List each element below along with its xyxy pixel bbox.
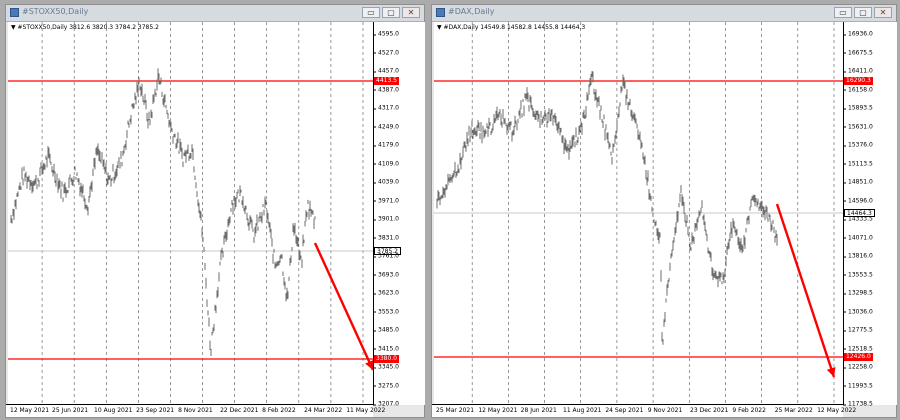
window-titlebar[interactable]: #STOXX50,Daily ▭ ▢ ✕ xyxy=(6,5,424,22)
price-chart-svg xyxy=(434,22,843,407)
price-scale[interactable]: 4413.5 3785.2 3380.0 4595.0 4527.0 4457.0 4… xyxy=(373,22,425,408)
time-axis: 25 Mar 2021 12 May 2021 28 Jun 2021 11 Aug … xyxy=(432,404,856,417)
price-tick-label: 4317.0 xyxy=(373,104,399,112)
price-series xyxy=(436,71,778,345)
date-tick-label: 22 Dec 2021 xyxy=(220,407,259,414)
price-tick-label: 4457.0 xyxy=(373,67,399,75)
price-scale[interactable]: 16290.3 14464.3 12426.0 16936.0 16675.5 16… xyxy=(843,22,897,408)
price-tick-label: 15631.0 xyxy=(843,123,873,130)
date-tick-label: 25 Jun 2021 xyxy=(52,407,89,414)
price-chart-area[interactable]: ▼ #STOXX50,Daily 3812.6 3820.3 3784.2 37… xyxy=(8,22,373,407)
price-tick-label: 4039.0 xyxy=(373,178,399,186)
price-chart-svg xyxy=(8,22,373,407)
price-tick-label: 16936.0 xyxy=(843,30,873,38)
date-tick-label: 12 May 2021 xyxy=(10,407,50,414)
window-title: #DAX,Daily xyxy=(448,7,495,16)
dax-chart-window[interactable]: #DAX,Daily ▭ ▢ ✕ ▼ #DAX,Daily 14549.8 14… xyxy=(431,4,897,418)
date-tick-label: 25 Mar 2022 xyxy=(774,407,813,414)
minimize-button[interactable]: ▭ xyxy=(362,7,380,18)
price-tick-label: 14333.5 xyxy=(843,215,873,223)
date-tick-label: 12 May 2021 xyxy=(478,407,518,414)
window-titlebar[interactable]: #DAX,Daily ▭ ▢ ✕ xyxy=(432,5,896,22)
support-price-tag: 12426.0 xyxy=(844,353,873,361)
close-button[interactable]: ✕ xyxy=(874,7,892,18)
chart-window-icon xyxy=(10,8,19,17)
price-tick-label: 13553.5 xyxy=(843,271,873,278)
date-tick-label: 10 Aug 2021 xyxy=(94,407,133,414)
price-tick-label: 3623.0 xyxy=(373,289,399,297)
price-tick-label: 4595.0 xyxy=(373,30,399,38)
date-tick-label: 28 Jun 2021 xyxy=(520,407,557,414)
price-tick-label: 11993.5 xyxy=(843,382,873,389)
price-tick-label: 13298.5 xyxy=(843,289,873,297)
price-tick-label: 3901.0 xyxy=(373,215,399,223)
date-tick-label: 9 Feb 2022 xyxy=(732,407,766,414)
price-tick-label: 14071.0 xyxy=(843,234,873,241)
date-tick-label: 8 Nov 2021 xyxy=(178,407,213,414)
price-tick-label: 13036.0 xyxy=(843,308,873,315)
price-tick-label: 4109.0 xyxy=(373,160,399,167)
time-axis: 12 May 2021 25 Jun 2021 10 Aug 2021 23 Sep … xyxy=(6,404,385,417)
chart-info-label: ▼ #DAX,Daily 14549.8 14582.8 14455.8 144… xyxy=(437,24,586,31)
date-tick-label: 11 Aug 2021 xyxy=(563,407,602,414)
resistance-price-tag: 4413.5 xyxy=(374,77,399,85)
minimize-button[interactable]: ▭ xyxy=(834,7,852,18)
price-tick-label: 3831.0 xyxy=(373,234,399,241)
price-tick-label: 12775.5 xyxy=(843,326,873,334)
close-button[interactable]: ✕ xyxy=(402,7,420,18)
price-tick-label: 3553.0 xyxy=(373,308,399,315)
date-tick-label: 11 May 2022 xyxy=(346,407,386,414)
price-tick-label: 3415.0 xyxy=(373,345,399,352)
price-tick-label: 15376.0 xyxy=(843,141,873,149)
price-tick-label: 4249.0 xyxy=(373,123,399,130)
price-tick-label: 16411.0 xyxy=(843,67,873,75)
price-series xyxy=(10,68,316,356)
price-tick-label: 15893.5 xyxy=(843,104,873,112)
chart-window-icon xyxy=(436,8,445,17)
maximize-button[interactable]: ▢ xyxy=(854,7,872,18)
date-tick-label: 9 Nov 2021 xyxy=(647,407,683,414)
price-tick-label: 3485.0 xyxy=(373,326,399,334)
date-tick-label: 23 Dec 2021 xyxy=(690,407,729,414)
date-tick-label: 23 Sep 2021 xyxy=(136,407,175,414)
price-tick-label: 14596.0 xyxy=(843,197,873,204)
date-tick-label: 12 May 2022 xyxy=(817,407,857,414)
date-tick-label: 25 Mar 2021 xyxy=(436,407,475,414)
date-tick-label: 8 Feb 2022 xyxy=(262,407,296,414)
resistance-price-tag: 16290.3 xyxy=(844,77,873,85)
price-tick-label: 3275.0 xyxy=(373,382,399,389)
price-tick-label: 14851.0 xyxy=(843,178,873,186)
forecast-arrow xyxy=(313,242,373,371)
window-title: #STOXX50,Daily xyxy=(22,7,89,16)
price-tick-label: 16158.0 xyxy=(843,86,873,93)
price-tick-label: 12518.5 xyxy=(843,345,873,352)
price-tick-label: 3345.0 xyxy=(373,363,399,371)
chart-info-label: ▼ #STOXX50,Daily 3812.6 3820.3 3784.2 37… xyxy=(11,24,159,31)
price-tick-label: 4387.0 xyxy=(373,86,399,93)
price-tick-label: 15113.5 xyxy=(843,160,873,167)
forecast-arrow xyxy=(775,203,836,378)
price-tick-label: 12258.0 xyxy=(843,363,873,371)
price-tick-label: 4527.0 xyxy=(373,49,399,56)
maximize-button[interactable]: ▢ xyxy=(382,7,400,18)
price-tick-label: 13816.0 xyxy=(843,252,873,260)
price-chart-area[interactable]: ▼ #DAX,Daily 14549.8 14582.8 14455.8 144… xyxy=(434,22,843,407)
price-tick-label: 16675.5 xyxy=(843,49,873,56)
date-tick-label: 24 Mar 2022 xyxy=(304,407,343,414)
forecast-arrowhead xyxy=(826,367,836,377)
price-tick-label: 3761.0 xyxy=(373,252,399,260)
support-price-tag: 3380.0 xyxy=(374,355,399,363)
date-tick-label: 24 Sep 2021 xyxy=(605,407,644,414)
price-tick-label: 4179.0 xyxy=(373,141,399,149)
stoxx50-chart-window[interactable]: #STOXX50,Daily ▭ ▢ ✕ ▼ #STOXX50,Daily 38… xyxy=(5,4,425,418)
price-tick-label: 3971.0 xyxy=(373,197,399,204)
price-tick-label: 3693.0 xyxy=(373,271,399,278)
